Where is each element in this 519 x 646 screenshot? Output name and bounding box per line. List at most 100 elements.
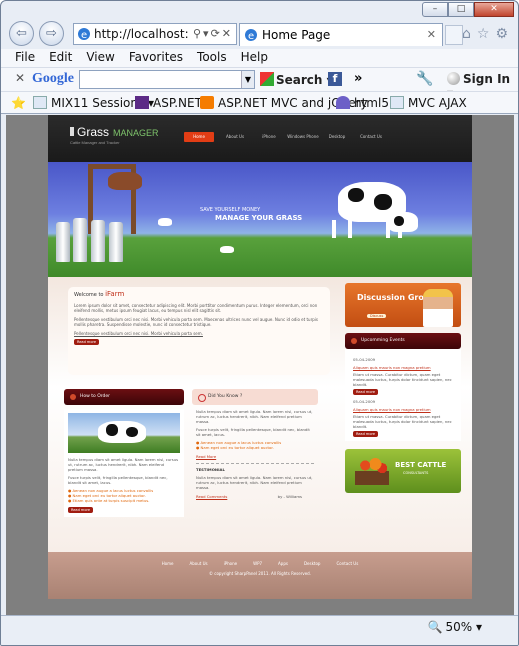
menu-favorites[interactable]: Favorites: [129, 49, 183, 67]
page-icon: [390, 96, 404, 109]
window-controls: – □ ✕: [422, 2, 514, 17]
read-more-button[interactable]: Read more: [353, 389, 378, 395]
address-bar[interactable]: e http://localhost: ⚲▾⟳✕: [73, 23, 237, 45]
tab-home-page[interactable]: e Home Page ✕: [239, 23, 443, 46]
vegetable-basket-graphic: [355, 457, 389, 485]
minimize-button[interactable]: –: [422, 2, 448, 17]
new-tab-button[interactable]: [445, 25, 463, 45]
nav-home[interactable]: Home: [184, 132, 214, 142]
menu-file[interactable]: File: [15, 49, 35, 67]
welcome-paragraph: Pellentesque vestibulum orci nec nisi. M…: [74, 316, 318, 328]
navigation-row: ⇦ ⇨ e http://localhost: ⚲▾⟳✕ e Home Page…: [1, 20, 518, 48]
nav-contact[interactable]: Contact Us: [354, 132, 388, 142]
favorites-star-icon[interactable]: ⭐: [11, 96, 26, 110]
nav-windows-phone[interactable]: Windows Phone: [286, 132, 320, 142]
cow-silhouette-graphic: [108, 172, 142, 190]
ie-icon: e: [78, 28, 90, 41]
did-you-know-section: Did You Know ? Nulla tempus diam sit ame…: [192, 389, 318, 504]
close-button[interactable]: ✕: [474, 2, 514, 17]
welcome-box: Welcome to iFarm Lorem ipsum dolor sit a…: [68, 287, 330, 375]
discussion-groups-banner[interactable]: Discussion Groups Discuss: [345, 283, 461, 327]
nav-iphone[interactable]: iPhone: [252, 132, 286, 142]
browser-window: – □ ✕ ⇦ ⇨ e http://localhost: ⚲▾⟳✕ e Hom…: [0, 0, 519, 646]
footer-link[interactable]: Desktop: [304, 561, 321, 566]
home-icon[interactable]: ⌂: [462, 26, 477, 42]
right-column: Discussion Groups Discuss Upcomming Even…: [345, 283, 461, 493]
read-more-button[interactable]: Read more: [353, 431, 378, 437]
blogger-icon: [200, 96, 214, 109]
zoom-control[interactable]: 🔍 50% ▾: [428, 620, 482, 634]
read-comments-link[interactable]: Read Comments: [196, 494, 227, 499]
address-tools-icon[interactable]: ⚲▾⟳✕: [193, 24, 233, 44]
status-bar: 🔍 50% ▾: [1, 615, 518, 645]
how-to-order-card: Nulla tempus diam sit amet ligula. Nam l…: [64, 409, 184, 517]
distant-cow-graphic: [220, 246, 234, 253]
close-toolbar-icon[interactable]: ✕: [15, 71, 25, 85]
calf-graphic: [388, 212, 418, 232]
upcoming-events-heading: Upcomming Events: [345, 333, 461, 349]
footer-link[interactable]: Apps: [278, 561, 288, 566]
forward-button[interactable]: ⇨: [39, 21, 64, 46]
milk-can-graphic: [91, 220, 105, 262]
event-title-link[interactable]: Aliquam quis mauris non magna pretium: [353, 365, 453, 370]
forward-arrow-icon: ⇨: [46, 26, 57, 41]
read-more-button[interactable]: Read more: [68, 507, 93, 513]
footer-link[interactable]: Contact Us: [336, 561, 358, 566]
best-cattle-banner[interactable]: BEST CATTLE CONSULTANTS: [345, 449, 461, 493]
list-item: Etiam quis ante at turpis suscipit metus…: [68, 498, 180, 503]
footer-link[interactable]: Home: [162, 561, 174, 566]
banner-headline: MANAGE YOUR GRASS: [215, 214, 303, 222]
svg-text:e: e: [81, 30, 87, 41]
page-viewport[interactable]: Grass MANAGER Cattle Manager and Tracker …: [6, 115, 514, 615]
footer-link[interactable]: About Us: [190, 561, 208, 566]
back-button[interactable]: ⇦: [9, 21, 34, 46]
event-date: 05-04-2009: [353, 357, 376, 362]
read-more-link[interactable]: Read More: [196, 454, 314, 459]
more-tools-button[interactable]: »: [354, 71, 362, 86]
toolbar-icons: ⌂☆⚙: [462, 26, 514, 42]
event-title-link[interactable]: Aliquam quis mauris non magna pretium: [353, 407, 453, 412]
milk-can-graphic: [56, 222, 70, 262]
favorites-star-icon[interactable]: ☆: [477, 26, 496, 42]
site-nav: Home About Us iPhone Windows Phone Deskt…: [184, 132, 388, 142]
title-bar: – □ ✕: [1, 1, 518, 19]
worker-photo: [423, 289, 453, 327]
facebook-icon[interactable]: f: [328, 72, 342, 86]
fav-mvc-ajax[interactable]: MVC AJAX: [390, 96, 467, 110]
aspnet-icon: [135, 96, 149, 109]
google-search-input[interactable]: ▼: [79, 70, 255, 89]
event-date: 05-04-2009: [353, 399, 376, 404]
html5-icon: [336, 96, 350, 109]
menu-help[interactable]: Help: [241, 49, 268, 67]
hero-banner: SAVE YOURSELF MONEY MANAGE YOUR GRASS: [48, 162, 472, 277]
banner-tagline: SAVE YOURSELF MONEY: [200, 207, 261, 213]
footer-nav: Home About Us iPhone WP7 Apps Desktop Co…: [48, 561, 472, 566]
wrench-icon[interactable]: 🔧: [416, 71, 433, 87]
footer-link[interactable]: iPhone: [224, 561, 238, 566]
chevron-down-icon[interactable]: ▼: [241, 71, 254, 88]
menu-edit[interactable]: Edit: [49, 49, 72, 67]
fav-aspnet[interactable]: ASP.NET: [135, 96, 202, 110]
read-more-button[interactable]: Read more: [74, 339, 99, 345]
nav-about[interactable]: About Us: [218, 132, 252, 142]
gear-icon[interactable]: ⚙: [495, 26, 514, 42]
fav-html5[interactable]: html5: [336, 96, 389, 110]
grass-icon: [70, 127, 74, 136]
menu-tools[interactable]: Tools: [197, 49, 227, 67]
close-tab-icon[interactable]: ✕: [427, 24, 436, 46]
maximize-button[interactable]: □: [448, 2, 474, 17]
back-arrow-icon: ⇦: [16, 26, 27, 41]
google-logo: Google: [32, 71, 74, 86]
nav-desktop[interactable]: Desktop: [320, 132, 354, 142]
page-icon: [33, 96, 47, 109]
footer-link[interactable]: WP7: [253, 561, 262, 566]
copyright-text: © copyright SharpPanel 2011. All Rights …: [209, 571, 311, 576]
discuss-button[interactable]: Discuss: [367, 314, 387, 318]
menu-view[interactable]: View: [86, 49, 114, 67]
google-search-button[interactable]: Search ▾: [260, 72, 333, 87]
user-icon: [447, 72, 460, 85]
site-logo[interactable]: Grass MANAGER Cattle Manager and Tracker: [70, 125, 159, 145]
testimonial-heading: TESTIMONIAL: [196, 467, 225, 472]
site-footer: Home About Us iPhone WP7 Apps Desktop Co…: [48, 552, 472, 599]
best-cattle-subtitle: CONSULTANTS: [403, 471, 429, 475]
